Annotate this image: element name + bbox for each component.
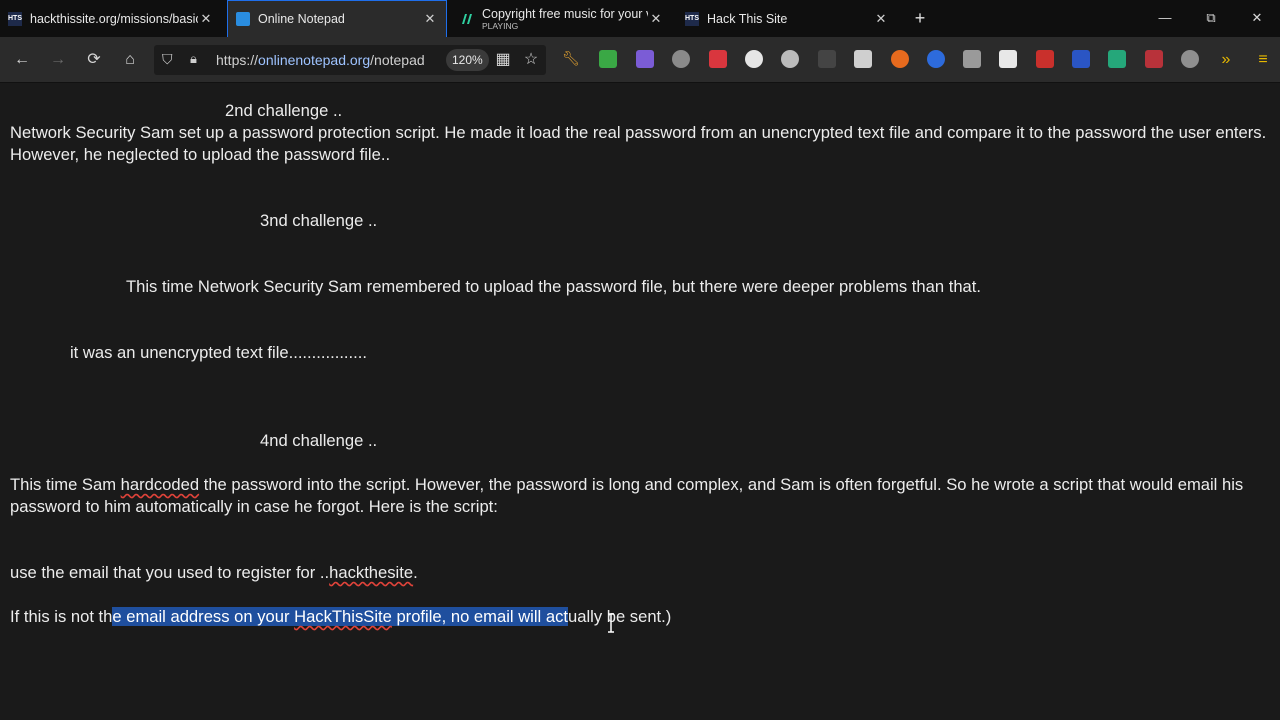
reload-icon[interactable]: ⟳ <box>83 49 105 71</box>
extension-icon[interactable] <box>963 50 981 68</box>
tab-hack-this-site[interactable]: HTS Hack This Site ✕ <box>677 0 897 37</box>
extension-icon[interactable] <box>854 50 872 68</box>
extension-icon[interactable] <box>709 50 727 68</box>
notepad-editor[interactable]: 2nd challenge .. Network Security Sam se… <box>0 83 1280 720</box>
challenge2-heading: 2nd challenge .. <box>225 101 343 120</box>
wrench-extension-icon[interactable]: 🔧︎ <box>562 50 580 68</box>
extension-icon[interactable] <box>599 50 617 68</box>
new-tab-button[interactable]: + <box>910 8 930 28</box>
extension-icon[interactable] <box>999 50 1017 68</box>
text-segment: use the email that you used to register … <box>10 563 330 582</box>
extension-icon[interactable] <box>818 50 836 68</box>
extension-icon[interactable] <box>636 50 654 68</box>
url-host: onlinenotepad.org <box>258 52 371 68</box>
extension-icon[interactable] <box>1181 50 1199 68</box>
restore-button[interactable]: ⧉ <box>1199 8 1223 28</box>
challenge3-text: This time Network Security Sam remembere… <box>126 277 981 296</box>
qr-icon[interactable]: ▦ <box>492 49 514 71</box>
hts-favicon-icon: HTS <box>685 11 699 26</box>
url-text[interactable]: https://onlinenotepad.org/notepad <box>216 52 425 68</box>
minimize-button[interactable]: — <box>1153 8 1177 28</box>
hint-line: use the email that you used to register … <box>10 562 418 584</box>
challenge3-note: it was an unencrypted text file.........… <box>70 343 367 362</box>
tab-title: Hack This Site <box>707 11 788 26</box>
close-tab-icon[interactable]: ✕ <box>873 11 889 27</box>
challenge2-text: Network Security Sam set up a password p… <box>10 123 1267 164</box>
text-selection[interactable]: e email address on your HackThisSite pro… <box>112 607 568 626</box>
lock-icon[interactable]: 🔒︎ <box>190 51 197 67</box>
close-tab-icon[interactable]: ✕ <box>422 11 438 27</box>
extension-icon[interactable] <box>1145 50 1163 68</box>
close-tab-icon[interactable]: ✕ <box>198 11 214 27</box>
close-window-button[interactable]: ✕ <box>1245 8 1269 28</box>
navigation-toolbar: ← → ⟳ ⌂ ⛉ 🔒︎ https://onlinenotepad.org/n… <box>0 37 1280 83</box>
extension-icon[interactable] <box>745 50 763 68</box>
extension-icon[interactable] <box>1072 50 1090 68</box>
text-segment: This time Sam <box>10 475 121 494</box>
extension-icon[interactable] <box>1036 50 1054 68</box>
text-segment: e email address on your <box>112 607 295 626</box>
misspelled-word: hardcoded <box>120 475 200 494</box>
extension-icon[interactable] <box>891 50 909 68</box>
challenge4-text: This time Sam hardcoded the password int… <box>10 474 1272 518</box>
close-tab-icon[interactable]: ✕ <box>648 11 664 27</box>
notepad-icon <box>236 12 250 26</box>
tab-online-notepad[interactable]: Online Notepad ✕ <box>227 0 447 37</box>
forward-icon[interactable]: → <box>47 49 69 71</box>
challenge4-heading: 4nd challenge .. <box>260 431 378 450</box>
hts-favicon-icon: HTS <box>8 11 22 26</box>
text-segment: . <box>413 563 418 582</box>
misspelled-word: HackThisSite <box>294 607 392 626</box>
misspelled-word: hackthesite <box>329 563 414 582</box>
shield-icon[interactable]: ⛉ <box>162 51 173 68</box>
tab-title: Copyright free music for your vi <box>482 6 648 21</box>
text-segment: If this is not th <box>10 607 113 626</box>
star-icon[interactable]: ☆ <box>520 49 542 71</box>
challenge3-heading: 3nd challenge .. <box>260 211 378 230</box>
url-scheme: https:// <box>216 52 259 68</box>
back-icon[interactable]: ← <box>11 49 33 71</box>
url-path: /notepad <box>370 52 425 68</box>
text-segment: ually be sent.) <box>568 607 672 626</box>
menu-icon[interactable]: ≡ <box>1252 49 1274 71</box>
overflow-extensions-icon[interactable]: » <box>1215 49 1237 71</box>
extension-icon[interactable] <box>927 50 945 68</box>
text-segment: profile, no email will act <box>391 607 568 626</box>
text-cursor-icon <box>608 613 614 633</box>
extension-icon[interactable] <box>672 50 690 68</box>
tab-title: hackthissite.org/missions/basic <box>30 11 198 26</box>
note-line: If this is not the email address on your… <box>10 606 671 628</box>
extension-icon[interactable] <box>1108 50 1126 68</box>
home-icon[interactable]: ⌂ <box>119 49 141 71</box>
music-icon <box>460 12 474 26</box>
tab-copyright-free-music[interactable]: Copyright free music for your vi PLAYING… <box>452 0 672 37</box>
tab-hackthissite-missions[interactable]: HTS hackthissite.org/missions/basic ✕ <box>0 0 222 37</box>
tab-title: Online Notepad <box>258 12 345 26</box>
extension-icon[interactable] <box>781 50 799 68</box>
zoom-level-button[interactable]: 120% <box>446 49 489 71</box>
playing-label: PLAYING <box>482 20 519 31</box>
tab-strip: HTS hackthissite.org/missions/basic ✕ On… <box>0 0 1280 37</box>
